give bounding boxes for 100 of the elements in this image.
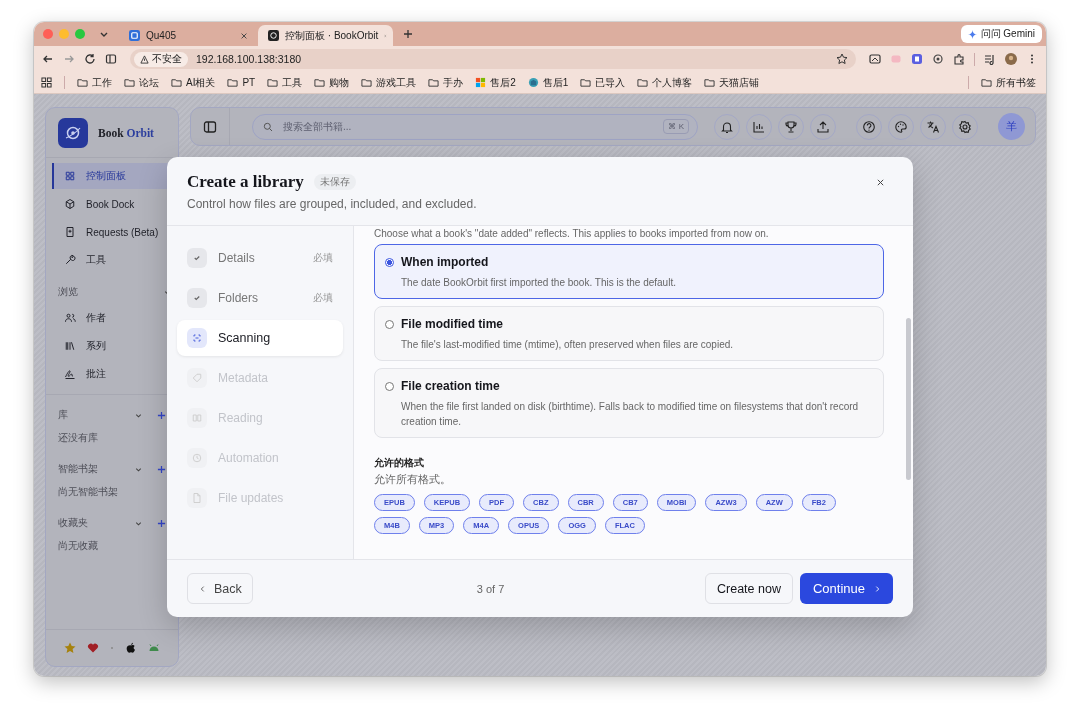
ask-assistant-button[interactable]: 问问 Gemini <box>960 25 1042 43</box>
bookmark[interactable]: AI相关 <box>171 75 216 90</box>
radio-button[interactable] <box>385 319 394 329</box>
puzzle-icon[interactable] <box>953 53 965 65</box>
nav-item[interactable]: Requests (Beta) <box>52 219 178 245</box>
bookmark[interactable]: 购物 <box>314 75 350 90</box>
nav-label: 批注 <box>86 367 106 381</box>
upload-icon <box>816 119 830 134</box>
reload-icon[interactable] <box>84 53 96 65</box>
tab-title: Qu405 <box>146 30 178 41</box>
folder-icon <box>580 77 592 88</box>
bookmark[interactable]: PT <box>227 77 256 88</box>
bookmark[interactable]: 已导入 <box>580 75 626 90</box>
bookmark[interactable]: 天猫店铺 <box>704 75 760 90</box>
settings-icon <box>958 119 972 134</box>
nav-item[interactable]: 批注 <box>52 361 178 387</box>
scrollbar[interactable] <box>906 318 911 480</box>
option-description: When the file first landed on disk (birthtime). Falls back to modified time on filesystems that don't record creation time. <box>401 400 860 429</box>
option-card[interactable]: When imported The date BookOrbit first imported the book. This is the default. <box>374 244 884 299</box>
back-button[interactable]: Back <box>187 573 253 604</box>
nav-label: Book Dock <box>86 198 135 210</box>
nav-label: 作者 <box>86 311 106 325</box>
option-card[interactable]: File modified time The file's last-modified time (mtime), often preserved when files are copied. <box>374 306 884 361</box>
folder-icon <box>428 77 440 88</box>
nav-item[interactable]: Book Dock <box>52 191 178 217</box>
option-title: When imported <box>401 255 489 269</box>
help-icon <box>862 119 876 134</box>
heart-icon[interactable] <box>86 642 99 654</box>
bookmark[interactable]: 工作 <box>77 75 112 90</box>
bookmark[interactable]: 工具 <box>267 75 303 90</box>
nav-item[interactable]: 作者 <box>52 305 178 331</box>
step-item[interactable]: Scanning <box>177 320 343 356</box>
folder-icon <box>267 77 279 88</box>
star-icon[interactable] <box>836 53 848 65</box>
radio-button[interactable] <box>385 381 394 391</box>
star-icon[interactable] <box>63 642 76 654</box>
warning-icon <box>140 54 149 64</box>
profile-avatar[interactable] <box>1005 53 1017 65</box>
step-label: Details <box>218 251 256 265</box>
browser-tab[interactable]: Qu405 <box>119 25 254 46</box>
section-heading: 浏览 <box>58 285 78 299</box>
bookmark[interactable]: 售后2 <box>475 75 516 90</box>
security-badge[interactable]: 不安全 <box>134 51 188 67</box>
wrench-icon <box>64 254 76 266</box>
bookmark[interactable]: 论坛 <box>124 75 159 90</box>
cube-icon <box>64 198 76 210</box>
add-icon[interactable] <box>157 464 166 474</box>
all-bookmarks-folder[interactable]: 所有书签 <box>981 75 1036 90</box>
new-tab-icon[interactable] <box>403 29 413 39</box>
bookmark[interactable]: 手办 <box>428 75 464 90</box>
apps-grid-icon[interactable] <box>41 77 52 88</box>
radio-button[interactable] <box>385 257 394 267</box>
folder-icon <box>314 77 326 88</box>
translate-icon <box>926 119 940 134</box>
folder-icon <box>981 77 992 88</box>
folder-icon <box>704 77 716 88</box>
folder-icon <box>637 77 649 88</box>
add-icon[interactable] <box>157 410 166 420</box>
bookmark[interactable]: 个人博客 <box>637 75 693 90</box>
reading-list-icon[interactable] <box>984 53 996 65</box>
nav-label: 工具 <box>86 253 106 267</box>
step-item[interactable]: Details 必填 <box>177 240 343 276</box>
folder-icon <box>361 77 373 88</box>
back-icon[interactable] <box>42 53 54 65</box>
bar-chart-icon <box>752 119 766 134</box>
continue-button[interactable]: Continue <box>799 573 893 604</box>
people-icon <box>64 312 76 324</box>
extension-icon[interactable] <box>911 53 923 65</box>
dialog-title: Create a library <box>187 172 304 192</box>
folder-icon <box>171 77 182 88</box>
address-bar[interactable]: 不安全 192.168.100.138:3180 <box>130 49 856 69</box>
app-logo-icon <box>58 117 88 148</box>
apple-icon[interactable] <box>125 642 138 654</box>
app-icon <box>129 30 140 41</box>
option-card[interactable]: File creation time When the file first landed on disk (birthtime). Falls back to modified time on filesystems that don't record creation time. <box>374 368 884 438</box>
browser-tab[interactable]: 控制面板 · BookOrbit <box>258 25 393 46</box>
bookmark[interactable]: 售后1 <box>527 75 569 90</box>
bookmark[interactable]: 游戏工具 <box>361 75 417 90</box>
split-view-icon[interactable] <box>105 53 117 65</box>
step-label: Folders <box>218 291 259 305</box>
extension-icon[interactable] <box>869 53 881 65</box>
step-label: Scanning <box>218 331 272 345</box>
intro-text: Choose what a book's "date added" reflects. This applies to books imported from now on. <box>374 228 770 239</box>
step-item[interactable]: Folders 必填 <box>177 280 343 316</box>
option-description: The file's last-modified time (mtime), often preserved when files are copied. <box>401 338 735 352</box>
extension-icon[interactable] <box>932 53 944 65</box>
required-tag: 必填 <box>313 251 333 265</box>
add-icon[interactable] <box>157 518 166 528</box>
shelf-icon <box>64 340 76 352</box>
nav-item[interactable]: 系列 <box>52 333 178 359</box>
tiles-icon <box>475 77 487 88</box>
create-now-button[interactable]: Create now <box>705 573 793 604</box>
sparkle-icon <box>967 29 977 39</box>
sidebar-toggle-icon[interactable] <box>203 119 217 134</box>
status-badge: 未保存 <box>313 174 356 190</box>
nav-label: 系列 <box>86 339 106 353</box>
nav-item[interactable]: 工具 <box>52 247 178 273</box>
chevron-left-icon <box>200 584 205 593</box>
dialog-subtitle: Control how files are grouped, included, and excluded. <box>187 197 478 211</box>
app-icon <box>268 30 279 41</box>
